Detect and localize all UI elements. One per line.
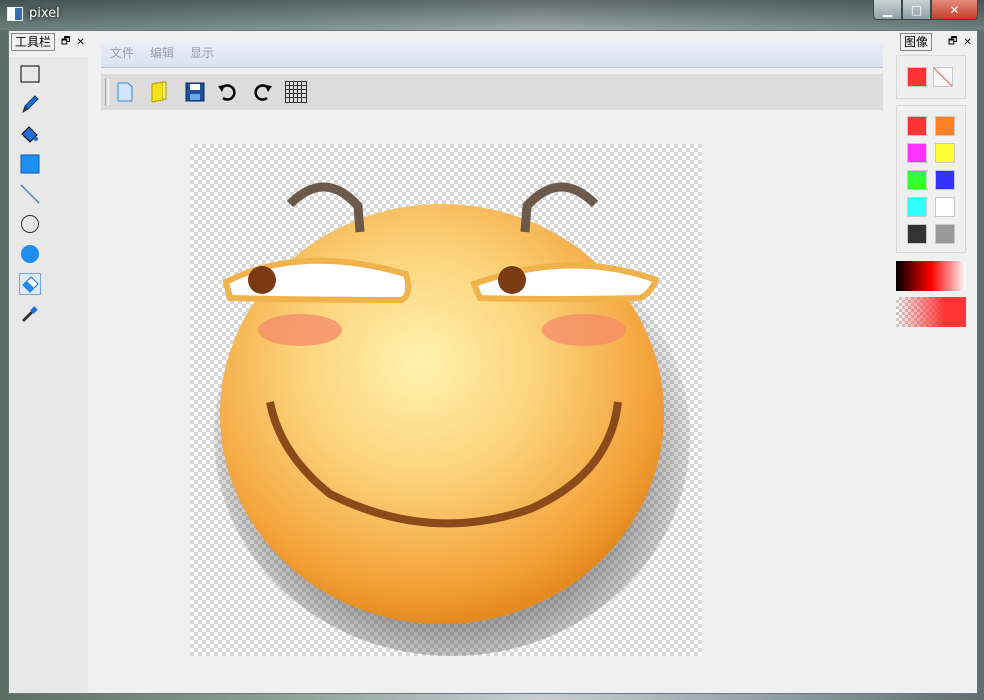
redo-icon[interactable]	[251, 80, 275, 104]
app-icon	[7, 7, 23, 21]
filled-ellipse-icon[interactable]	[19, 243, 41, 265]
toolbox-dock: 工具栏 🗗 ✕	[9, 31, 88, 693]
restore-icon[interactable]: 🗗	[61, 34, 70, 51]
ellipse-icon[interactable]	[19, 213, 41, 235]
new-file-icon[interactable]	[113, 80, 137, 104]
undo-icon[interactable]	[215, 80, 239, 104]
window-title: pixel	[29, 6, 60, 21]
image-dock: 图像 🗗 ✕	[898, 31, 977, 693]
close-button[interactable]: ✕	[931, 0, 978, 20]
menu-file[interactable]: 文件	[110, 44, 134, 61]
color-picker-icon[interactable]	[19, 303, 41, 325]
maximize-button[interactable]: □	[902, 0, 931, 20]
eraser-icon[interactable]	[19, 273, 41, 295]
restore-icon[interactable]: 🗗	[948, 34, 957, 51]
client-area: 工具栏 🗗 ✕ 文件 编辑 显示 图像 🗗 ✕	[8, 30, 978, 694]
rectangle-select-icon[interactable]	[19, 63, 41, 85]
filled-rectangle-icon[interactable]	[19, 153, 41, 175]
save-icon[interactable]	[183, 80, 207, 104]
line-icon[interactable]	[19, 183, 41, 205]
app-window: pixel ▁ □ ✕ 工具栏 🗗 ✕ 文件 编辑 显示 图像 🗗 ✕	[0, 0, 984, 700]
main-area: 文件 编辑 显示	[101, 41, 966, 681]
close-icon[interactable]: ✕	[963, 37, 971, 48]
menu-view[interactable]: 显示	[190, 44, 214, 61]
image-dock-title: 图像	[900, 33, 933, 51]
menu-bar: 文件 编辑 显示	[101, 41, 883, 68]
toolbox-title: 工具栏	[11, 33, 56, 51]
title-bar[interactable]: pixel ▁ □ ✕	[0, 0, 984, 30]
minimize-button[interactable]: ▁	[873, 0, 902, 20]
tool-list	[9, 57, 88, 693]
pencil-icon[interactable]	[19, 93, 41, 115]
fill-bucket-icon[interactable]	[19, 123, 41, 145]
grid-icon[interactable]	[284, 80, 308, 104]
drawing-canvas[interactable]	[190, 144, 702, 656]
close-icon[interactable]: ✕	[76, 37, 84, 48]
menu-edit[interactable]: 编辑	[150, 44, 174, 61]
smiley-image	[214, 182, 690, 656]
open-file-icon[interactable]	[147, 80, 171, 104]
main-toolbar	[101, 74, 883, 110]
